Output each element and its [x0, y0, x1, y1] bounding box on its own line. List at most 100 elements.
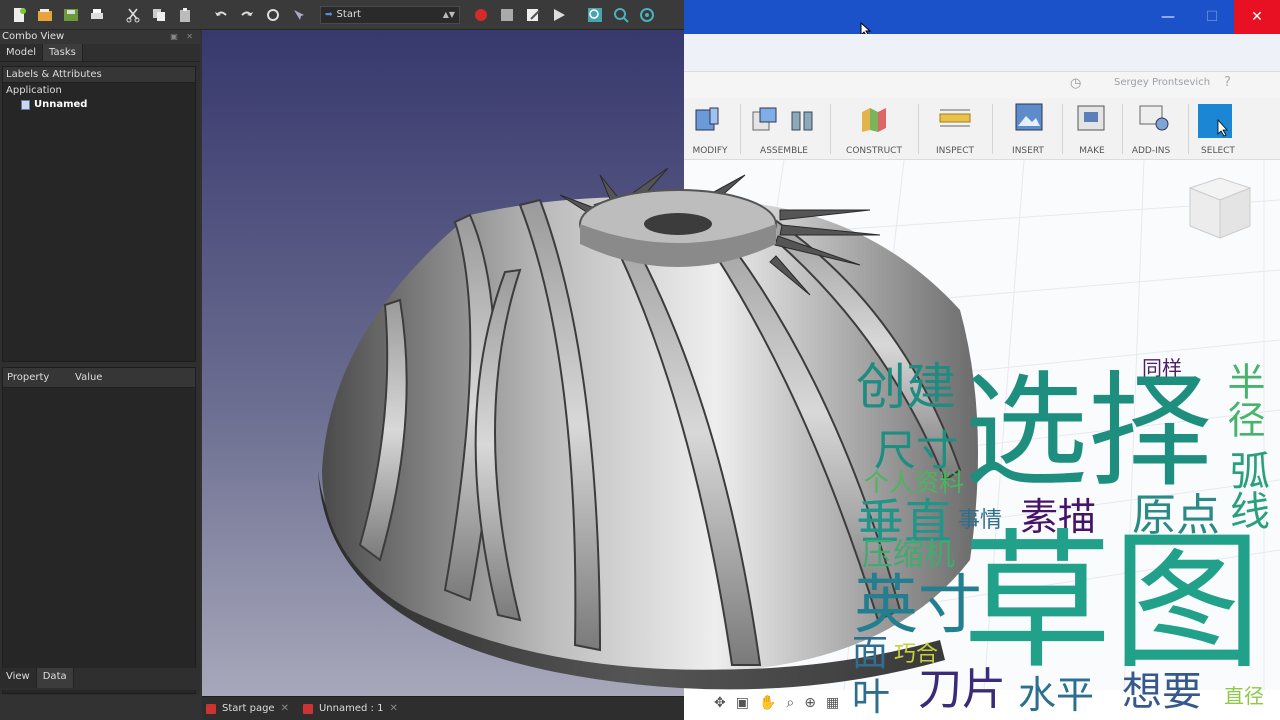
- ribbon-add-ins[interactable]: ADD-INS: [1118, 98, 1184, 160]
- user-bar: ◷ Sergey Prontsevich ?: [684, 72, 1280, 98]
- ribbon-inspect[interactable]: INSPECT: [922, 98, 988, 160]
- fit-icon[interactable]: ⊕: [804, 695, 816, 711]
- record-macro-icon[interactable]: [470, 4, 492, 26]
- panel-controls-icon[interactable]: ▣ ✕: [170, 32, 196, 41]
- word-cloud-item: 尺寸: [874, 426, 959, 475]
- measure-icon: [939, 109, 971, 127]
- property-header: Property Value: [3, 368, 195, 388]
- edit-macro-icon[interactable]: [522, 4, 544, 26]
- fit-all-icon[interactable]: [584, 4, 606, 26]
- redo-icon[interactable]: [236, 4, 258, 26]
- ribbon-divider: [740, 104, 741, 154]
- refresh-icon[interactable]: [262, 4, 284, 26]
- view-icon[interactable]: [636, 4, 658, 26]
- tree-header: Labels & Attributes: [3, 67, 195, 83]
- modify-icon: [695, 107, 719, 131]
- close-tab-icon[interactable]: ✕: [389, 703, 397, 714]
- ribbon-divider: [918, 104, 919, 154]
- ribbon-label: ASSEMBLE: [760, 146, 808, 156]
- document-tabs: Start page ✕ Unnamed : 1 ✕: [202, 696, 684, 720]
- word-cloud-item: 创建: [856, 358, 956, 416]
- ribbon-make[interactable]: MAKE: [1064, 98, 1120, 160]
- user-name[interactable]: Sergey Prontsevich: [1114, 77, 1210, 88]
- ribbon-label: SELECT: [1201, 146, 1235, 156]
- close-icon[interactable]: ✕: [1234, 0, 1280, 34]
- close-tab-icon[interactable]: ✕: [281, 703, 289, 714]
- word-cloud-item: 英寸: [854, 569, 982, 643]
- look-at-icon[interactable]: ▣: [736, 695, 749, 711]
- save-icon[interactable]: [60, 4, 82, 26]
- ribbon-assemble[interactable]: ASSEMBLE: [746, 98, 822, 160]
- stop-macro-icon[interactable]: [496, 4, 518, 26]
- display-settings-icon[interactable]: ▦: [826, 695, 839, 711]
- new-file-icon[interactable]: [8, 4, 30, 26]
- tree-document[interactable]: Unnamed: [3, 98, 195, 111]
- property-column[interactable]: Property: [3, 372, 71, 383]
- maximize-icon[interactable]: ☐: [1194, 0, 1230, 34]
- word-cloud-item: 选择: [964, 360, 1213, 504]
- cut-icon[interactable]: [122, 4, 144, 26]
- property-tabs: View Data: [0, 668, 200, 690]
- whats-this-icon[interactable]: [288, 4, 310, 26]
- pan-icon[interactable]: ✋: [759, 695, 776, 711]
- word-cloud-item: 刀片: [918, 664, 1006, 715]
- ribbon-divider: [1062, 104, 1063, 154]
- zoom-window-icon[interactable]: ⌕: [786, 695, 794, 711]
- scripts-addins-icon: [1139, 105, 1169, 131]
- undo-icon[interactable]: [210, 4, 232, 26]
- combo-view-title: Combo View ▣ ✕: [0, 30, 200, 44]
- ribbon-modify[interactable]: MODIFY: [684, 98, 736, 160]
- word-cloud-item: 水平: [1018, 673, 1095, 717]
- history-icon[interactable]: ◷: [1070, 76, 1081, 91]
- workbench-selector[interactable]: ➡ Start ▲▼: [320, 5, 460, 24]
- joint-icon: [791, 111, 813, 131]
- property-view: Property Value: [2, 367, 196, 694]
- ribbon-label: INSPECT: [936, 146, 974, 156]
- select-cursor-icon: [1198, 104, 1232, 138]
- orbit-icon[interactable]: ✥: [714, 695, 726, 711]
- tab-data[interactable]: Data: [36, 668, 74, 688]
- ribbon-label: MODIFY: [692, 146, 728, 156]
- value-column[interactable]: Value: [71, 372, 139, 383]
- combo-view-title-text: Combo View: [2, 31, 65, 42]
- copy-icon[interactable]: [148, 4, 170, 26]
- help-icon[interactable]: ?: [1224, 75, 1231, 90]
- freecad-logo-icon: [206, 703, 216, 714]
- word-cloud-item: 个人资料: [864, 468, 965, 497]
- view-cube-icon[interactable]: [1188, 177, 1252, 239]
- ribbon-label: ADD-INS: [1131, 146, 1171, 156]
- ribbon-construct[interactable]: CONSTRUCT: [834, 98, 914, 160]
- tab-view[interactable]: View: [0, 668, 37, 688]
- tab-model[interactable]: Model: [0, 44, 44, 61]
- freecad-logo-icon: [302, 703, 313, 714]
- word-cloud-item: 直径: [1224, 684, 1264, 708]
- paste-icon[interactable]: [174, 4, 196, 26]
- tree-application[interactable]: Application: [3, 83, 195, 98]
- zoom-icon[interactable]: [610, 4, 632, 26]
- run-macro-icon[interactable]: [548, 4, 570, 26]
- workbench-icon: ➡: [325, 9, 333, 20]
- word-cloud-item: 压缩机: [862, 537, 955, 573]
- word-cloud-item: 叶: [852, 675, 891, 719]
- print-icon[interactable]: [86, 4, 108, 26]
- ribbon-select[interactable]: SELECT: [1190, 98, 1246, 160]
- doc-tab-label: Start page: [222, 703, 275, 714]
- doc-tab-label: Unnamed : 1: [318, 703, 384, 714]
- minimize-icon[interactable]: —: [1150, 0, 1186, 34]
- 3d-viewport[interactable]: [202, 30, 684, 696]
- word-cloud-item: 巧合: [894, 642, 939, 667]
- workbench-label: Start: [336, 9, 361, 20]
- open-icon[interactable]: [34, 4, 56, 26]
- tree-document-label: Unnamed: [34, 99, 88, 110]
- new-component-icon: [752, 107, 777, 131]
- doc-tab-start-page[interactable]: Start page ✕: [206, 703, 289, 714]
- ribbon-insert[interactable]: INSERT: [996, 98, 1060, 160]
- main-toolbar: ➡ Start ▲▼: [0, 0, 684, 30]
- freecad-window: ➡ Start ▲▼ Combo View ▣ ✕ Model Tasks La…: [0, 0, 684, 720]
- ribbon-label: INSERT: [1012, 146, 1044, 156]
- doc-tab-unnamed[interactable]: Unnamed : 1 ✕: [302, 703, 398, 714]
- document-icon: [21, 99, 30, 110]
- word-cloud-item: 草图: [962, 516, 1263, 690]
- ribbon-divider: [992, 104, 993, 154]
- tab-tasks[interactable]: Tasks: [43, 44, 83, 61]
